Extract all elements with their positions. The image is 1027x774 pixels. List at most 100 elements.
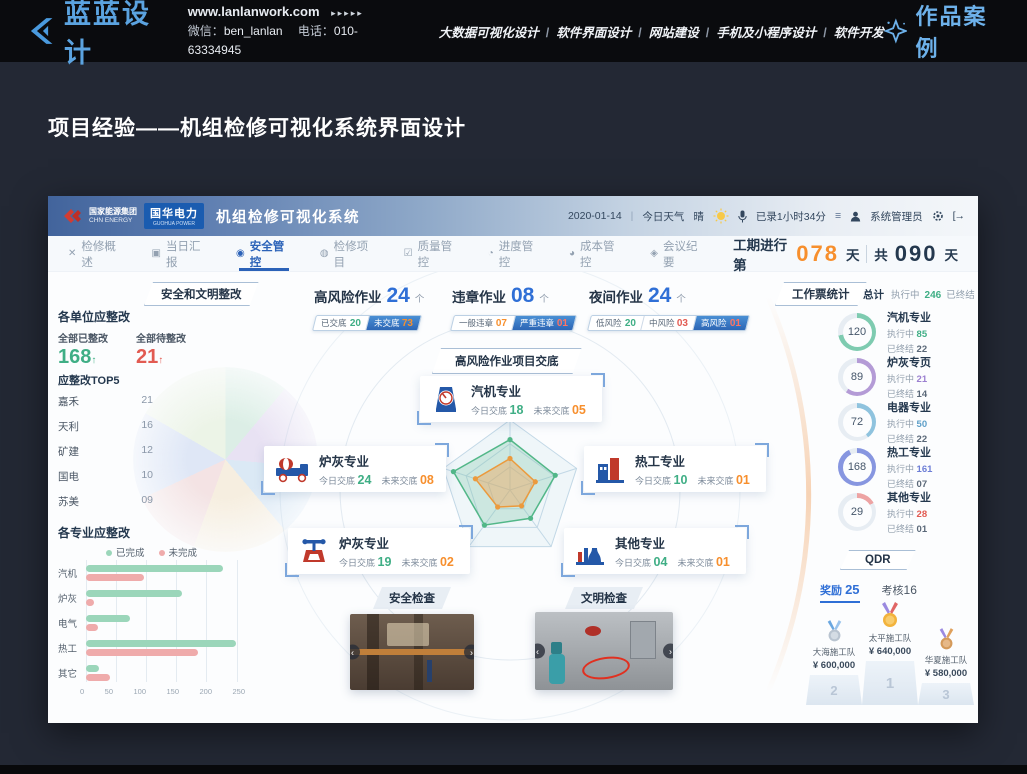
civility-inspection-photo: ‹ ›	[535, 612, 673, 690]
tab-cost-control[interactable]: ◕成本管控	[569, 236, 623, 271]
total-pending-block: 全部待整改 21↑	[136, 330, 186, 369]
top5-title: 应整改TOP5	[58, 372, 120, 388]
ticket-row-electric: 72 电器专业 执行中 50 已终结 22	[838, 399, 931, 445]
website-link[interactable]: www.lanlanwork.com ▸▸▸▸▸	[188, 2, 393, 22]
sun-icon	[713, 208, 729, 224]
gear-icon[interactable]	[932, 210, 944, 222]
dashboard-header: 国家能源集团CHN ENERGY 国华电力 GUOHUA POWER 机组检修可…	[48, 196, 978, 236]
tab-maintenance-projects[interactable]: ◍检修项目	[320, 236, 377, 271]
trend-up-icon: ↑	[91, 355, 96, 366]
ticket-row-thermal: 168 热工专业 执行中 161 已终结 07	[838, 444, 932, 490]
carousel-prev-button[interactable]: ‹	[350, 645, 360, 660]
weather-label: 今日天气	[642, 209, 684, 224]
ticket-row-turbine: 120 汽机专业 执行中 85 已终结 22	[838, 309, 931, 355]
logout-icon[interactable]: [→	[953, 210, 964, 222]
lanlan-logo-icon	[24, 14, 55, 48]
unit-remediation-title: 各单位应整改	[58, 308, 130, 325]
record-duration: 已录1小时34分	[756, 209, 826, 224]
checklist-icon: ☑	[404, 248, 413, 259]
tab-reward[interactable]: 奖励 25	[820, 582, 860, 603]
footer-strip	[0, 765, 1027, 774]
sparkle-star-icon	[884, 18, 908, 44]
ticket-total-row: 总计 执行中246 已终结281	[863, 287, 978, 302]
bar-group: 热工	[58, 635, 254, 660]
top5-row: 苏美09	[58, 494, 153, 509]
tab-safety-control[interactable]: ◉安全管控	[236, 236, 293, 271]
tab-meeting-minutes[interactable]: ◈会议纪要	[650, 236, 706, 271]
elapsed-days: 078	[796, 241, 839, 267]
plant-icon	[574, 536, 606, 566]
stat-violation-work: 违章作业08个 一般违章07 严重违章01	[452, 284, 575, 331]
chn-energy-logo: 国家能源集团CHN ENERGY	[62, 206, 137, 226]
podium-second-place: 大海施工队 ¥ 600,000 2	[806, 620, 862, 705]
carousel-prev-button[interactable]: ‹	[535, 644, 545, 659]
donut-chart: 168	[838, 448, 876, 486]
bar-group: 其它	[58, 660, 254, 685]
podium-third-place: 华夏施工队 ¥ 580,000 3	[918, 628, 974, 705]
dashboard-screenshot: 国家能源集团CHN ENERGY 国华电力 GUOHUA POWER 机组检修可…	[48, 196, 978, 723]
carousel-next-button[interactable]: ›	[464, 645, 474, 660]
tab-assessment[interactable]: 考核16	[882, 582, 917, 598]
gauge-mini-icon: ◕	[569, 248, 575, 259]
project-period: 工期进行第 078 天 共 090 天	[733, 234, 958, 274]
total-done-block: 全部已整改 168↑	[58, 330, 108, 369]
badge-civility-inspection: 文明检查	[565, 587, 643, 609]
top5-row: 嘉禾21	[58, 394, 153, 409]
list-icon[interactable]: ≡	[835, 210, 841, 222]
bar-group: 汽机	[58, 560, 254, 585]
stat-night-work: 夜间作业24个 低风险20 中风险03 高风险01	[589, 284, 748, 331]
donut-chart: 89	[838, 358, 876, 396]
helmet-icon: ◍	[320, 248, 329, 259]
microphone-icon	[738, 210, 747, 223]
total-days: 090	[895, 241, 938, 267]
factory-icon	[594, 454, 626, 484]
qdr-podium: 大海施工队 ¥ 600,000 2 太平施工队 ¥ 640,000 1 华夏施工…	[806, 602, 974, 705]
guohua-power-logo: 国华电力 GUOHUA POWER	[144, 203, 204, 229]
trend-up-icon: ↑	[158, 355, 163, 366]
badge-high-risk-disclosure: 高风险作业项目交底	[432, 348, 582, 374]
hourglass-icon: ◔	[488, 248, 494, 259]
gold-medal-icon	[880, 602, 900, 630]
logo-text: 蓝蓝设计	[64, 0, 170, 70]
card-ash-valve: 炉灰专业 今日交底 19未来交底 02	[288, 528, 470, 574]
profession-remediation-title: 各专业应整改	[58, 524, 130, 541]
tab-daily-report[interactable]: ▣当日汇报	[152, 236, 210, 271]
wechat-value: ben_lanlan	[224, 24, 283, 38]
chn-energy-icon	[62, 206, 84, 226]
top5-row: 天利16	[58, 419, 153, 434]
date-label: 2020-01-14	[568, 210, 622, 222]
badge-qdr: QDR	[840, 550, 916, 570]
calendar-icon: ▣	[152, 248, 161, 259]
tab-progress-control[interactable]: ◔进度管控	[488, 236, 542, 271]
card-ash-truck: 炉灰专业 今日交底 24未来交底 08	[264, 446, 446, 492]
card-other: 其他专业 今日交底 04未来交底 01	[564, 528, 746, 574]
dashboard-title: 机组检修可视化系统	[216, 206, 360, 227]
arrows-decor: ▸▸▸▸▸	[331, 8, 364, 18]
silver-medal-icon	[826, 620, 843, 644]
gauge-icon	[430, 383, 462, 415]
lanlan-logo[interactable]: 蓝蓝设计	[24, 0, 170, 70]
badge-safety-civilized: 安全和文明整改	[144, 282, 259, 306]
bar-group: 炉灰	[58, 585, 254, 610]
wrench-icon: ✕	[68, 248, 76, 259]
top5-row: 国电10	[58, 469, 153, 484]
carousel-next-button[interactable]: ›	[663, 644, 673, 659]
badge-work-ticket-stats: 工作票统计	[775, 282, 867, 306]
tab-overview[interactable]: ✕检修概述	[68, 236, 125, 271]
top5-row: 矿建12	[58, 444, 153, 459]
qdr-tabs: 奖励 25 考核16	[820, 582, 917, 603]
profession-bar-chart: 汽机 炉灰 电气 热工 其它 050100150200250	[58, 560, 254, 685]
safety-inspection-photo: ‹ ›	[350, 614, 474, 690]
mixer-truck-icon	[274, 454, 310, 484]
tab-quality-control[interactable]: ☑质量管控	[404, 236, 461, 271]
bar-group: 电气	[58, 610, 254, 635]
username[interactable]: 系统管理员	[870, 209, 923, 224]
donut-chart: 120	[838, 313, 876, 351]
badge-safety-inspection: 安全检查	[373, 587, 451, 609]
ticket-row-other: 29 其他专业 执行中 28 已终结 01	[838, 489, 931, 535]
valve-icon	[298, 536, 330, 566]
bronze-medal-icon	[938, 628, 955, 652]
portfolio-link[interactable]: 作品案例	[884, 0, 1003, 63]
donut-chart: 72	[838, 403, 876, 441]
x-axis-ticks: 050100150200250	[80, 687, 245, 696]
